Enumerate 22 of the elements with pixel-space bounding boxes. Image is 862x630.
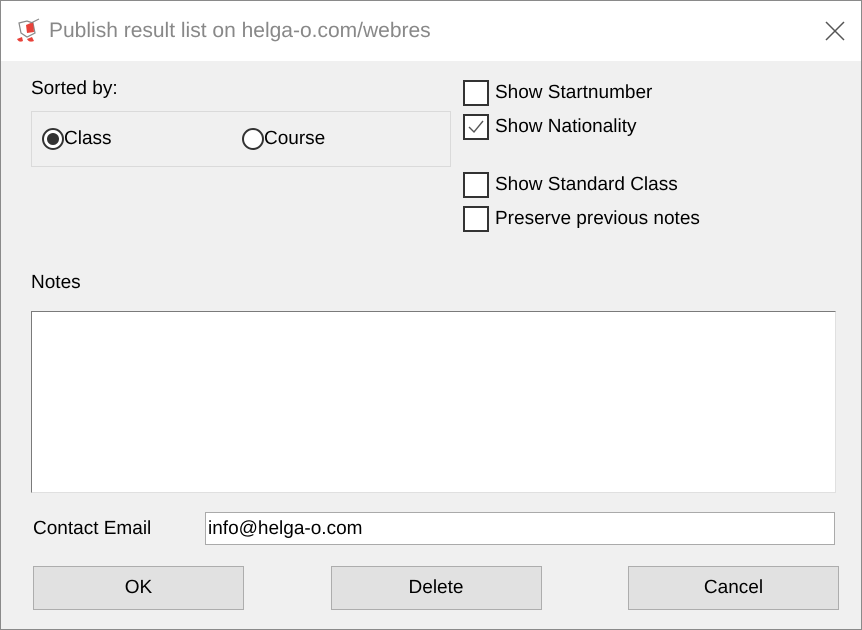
radio-circle[interactable]	[242, 128, 264, 150]
radio-option[interactable]: Class	[42, 128, 242, 150]
dialog-button[interactable]: OK	[33, 566, 244, 610]
checkbox[interactable]	[463, 172, 489, 198]
notes-label: Notes	[31, 271, 82, 295]
checkbox-option[interactable]: Show Standard Class	[463, 172, 700, 198]
radio-circle[interactable]	[42, 128, 64, 150]
radio-option[interactable]: Course	[242, 128, 442, 150]
checkbox[interactable]	[463, 114, 489, 140]
dialog-button[interactable]: Delete	[330, 566, 542, 610]
contact-email-label: Contact Email	[32, 516, 152, 540]
notes-field[interactable]	[31, 311, 836, 493]
close-icon[interactable]	[825, 21, 845, 41]
checkbox-option[interactable]: Show Nationality	[463, 114, 700, 140]
dialog-button[interactable]: Cancel	[628, 566, 839, 610]
checkbox-option[interactable]: Preserve previous notes	[463, 206, 700, 232]
window-title: Publish result list on helga-o.com/webres	[49, 19, 432, 43]
checkbox[interactable]	[463, 80, 489, 106]
sorted-by-label: Sorted by:	[31, 77, 119, 101]
email-field[interactable]: info@helga-o.com	[205, 512, 835, 545]
checkbox[interactable]	[463, 206, 489, 232]
checkbox-option[interactable]: Show Startnumber	[463, 80, 700, 106]
